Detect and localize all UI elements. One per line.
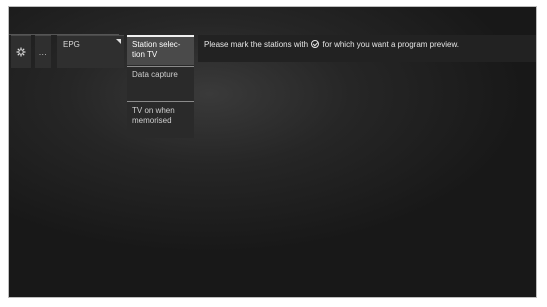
submenu-item-label: TV on when memorised: [132, 106, 175, 125]
corner-marker-icon: [116, 39, 121, 44]
tab-epg[interactable]: EPG: [57, 35, 124, 68]
mark-icon: [311, 40, 320, 48]
tab-more-label: ...: [38, 47, 48, 57]
gear-icon: [16, 47, 26, 57]
submenu-item-label: Station selec-tion TV: [132, 40, 181, 59]
info-text-before: Please mark the stations with: [204, 40, 309, 49]
submenu-item-data-capture[interactable]: Data capture: [127, 66, 194, 100]
submenu-item-tv-on-memorised[interactable]: TV on when memorised: [127, 101, 194, 138]
tv-screen: ... EPG Station selec-tion TV Data captu…: [8, 6, 537, 298]
info-text-after: for which you want a program preview.: [322, 40, 460, 49]
tab-epg-label: EPG: [63, 40, 80, 49]
submenu-item-label: Data capture: [132, 70, 178, 79]
tab-settings[interactable]: [11, 35, 31, 68]
tab-more[interactable]: ...: [35, 35, 51, 68]
submenu-item-station-selection[interactable]: Station selec-tion TV: [127, 35, 194, 65]
info-panel: Please mark the stations with for which …: [198, 35, 536, 62]
epg-submenu: Station selec-tion TV Data capture TV on…: [127, 35, 194, 138]
